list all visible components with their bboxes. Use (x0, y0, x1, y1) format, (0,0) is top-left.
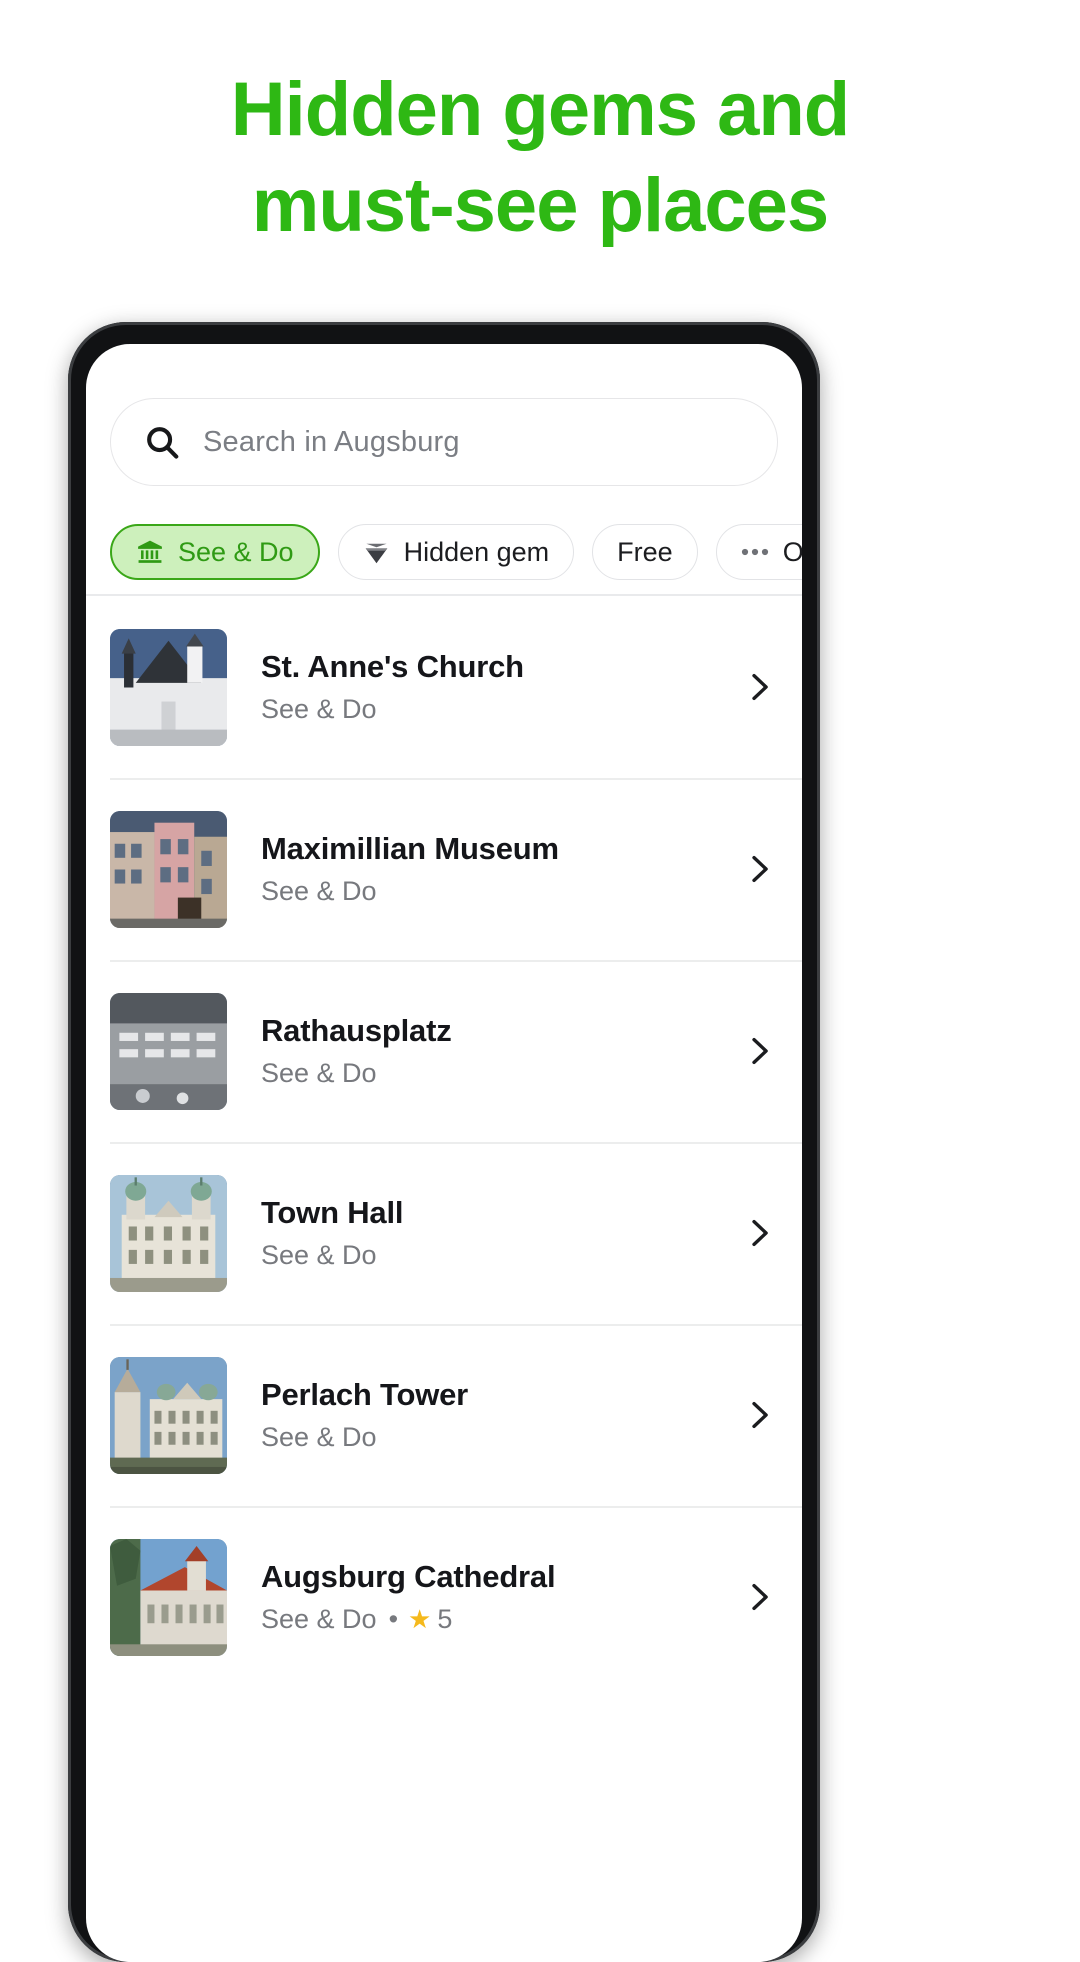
place-title: Rathausplatz (261, 1012, 452, 1048)
place-text: Maximillian Museum See & Do (261, 831, 728, 908)
chevron-right-icon[interactable] (742, 1216, 776, 1250)
filter-chip-row: See & Do Hidden gem Free O (86, 512, 802, 592)
diamond-icon (363, 539, 390, 566)
list-item[interactable]: Town Hall See & Do (86, 1142, 802, 1324)
place-text: Perlach Tower See & Do (261, 1377, 728, 1454)
list-item[interactable]: St. Anne's Church See & Do (86, 596, 802, 778)
filter-chip-label: Free (617, 536, 673, 567)
place-category: See & Do (261, 1058, 377, 1089)
ellipsis-icon (741, 545, 769, 559)
headline-line-2: must-see places (251, 162, 829, 248)
place-text: St. Anne's Church See & Do (261, 649, 728, 726)
list-item[interactable]: Rathausplatz See & Do (86, 960, 802, 1142)
place-subtitle: See & Do (261, 876, 728, 907)
place-text: Augsburg Cathedral See & Do • ★ 5 (261, 1559, 728, 1636)
subtitle-separator: • (388, 1604, 399, 1635)
chevron-right-icon[interactable] (742, 670, 776, 704)
place-thumbnail-maximillian-museum (110, 810, 227, 928)
place-title: Augsburg Cathedral (261, 1558, 556, 1594)
place-category: See & Do (261, 1604, 377, 1635)
place-text: Rathausplatz See & Do (261, 1013, 728, 1090)
search-icon (143, 423, 181, 461)
place-subtitle: See & Do (261, 1058, 728, 1089)
search-input[interactable]: Search in Augsburg (110, 398, 778, 486)
chevron-right-icon[interactable] (742, 1580, 776, 1614)
museum-icon (136, 538, 164, 566)
place-subtitle: See & Do (261, 694, 728, 725)
chevron-right-icon[interactable] (742, 1034, 776, 1068)
page-title: Hidden gems and must-see places (0, 62, 1080, 254)
chevron-right-icon[interactable] (742, 852, 776, 886)
place-category: See & Do (261, 876, 377, 907)
phone-mockup: Search in Augsburg See & Do Hidden gem F… (68, 322, 820, 1962)
place-list: St. Anne's Church See & Do Maximillian M… (86, 596, 802, 1688)
search-placeholder: Search in Augsburg (203, 425, 460, 458)
place-thumbnail-town-hall (110, 1174, 227, 1292)
phone-screen: Search in Augsburg See & Do Hidden gem F… (86, 344, 802, 1962)
filter-chip-label: Hidden gem (403, 536, 550, 567)
place-thumbnail-st-annes-church (110, 628, 227, 746)
headline-line-1: Hidden gems and (230, 67, 850, 152)
place-subtitle: See & Do • ★ 5 (261, 1604, 728, 1635)
place-thumbnail-augsburg-cathedral (110, 1538, 227, 1656)
place-text: Town Hall See & Do (261, 1195, 728, 1272)
place-thumbnail-rathausplatz (110, 992, 227, 1110)
filter-chip-label: See & Do (178, 536, 294, 567)
filter-chip-other[interactable]: Other (715, 524, 802, 580)
place-category: See & Do (261, 694, 377, 725)
list-item[interactable]: Augsburg Cathedral See & Do • ★ 5 (86, 1506, 802, 1688)
filter-chip-free[interactable]: Free (592, 524, 698, 580)
filter-chip-see-and-do[interactable]: See & Do (110, 524, 320, 580)
place-title: St. Anne's Church (261, 648, 524, 684)
place-category: See & Do (261, 1422, 377, 1453)
filter-chip-label: Other (782, 536, 802, 567)
place-title: Town Hall (261, 1194, 404, 1230)
place-rating: 5 (437, 1604, 453, 1635)
place-title: Maximillian Museum (261, 830, 559, 866)
place-title: Perlach Tower (261, 1376, 469, 1412)
place-subtitle: See & Do (261, 1240, 728, 1271)
star-icon: ★ (408, 1603, 432, 1634)
place-category: See & Do (261, 1240, 377, 1271)
place-thumbnail-perlach-tower (110, 1356, 227, 1474)
list-item[interactable]: Perlach Tower See & Do (86, 1324, 802, 1506)
place-subtitle: See & Do (261, 1422, 728, 1453)
filter-chip-hidden-gem[interactable]: Hidden gem (337, 524, 575, 580)
chevron-right-icon[interactable] (742, 1398, 776, 1432)
list-item[interactable]: Maximillian Museum See & Do (86, 778, 802, 960)
